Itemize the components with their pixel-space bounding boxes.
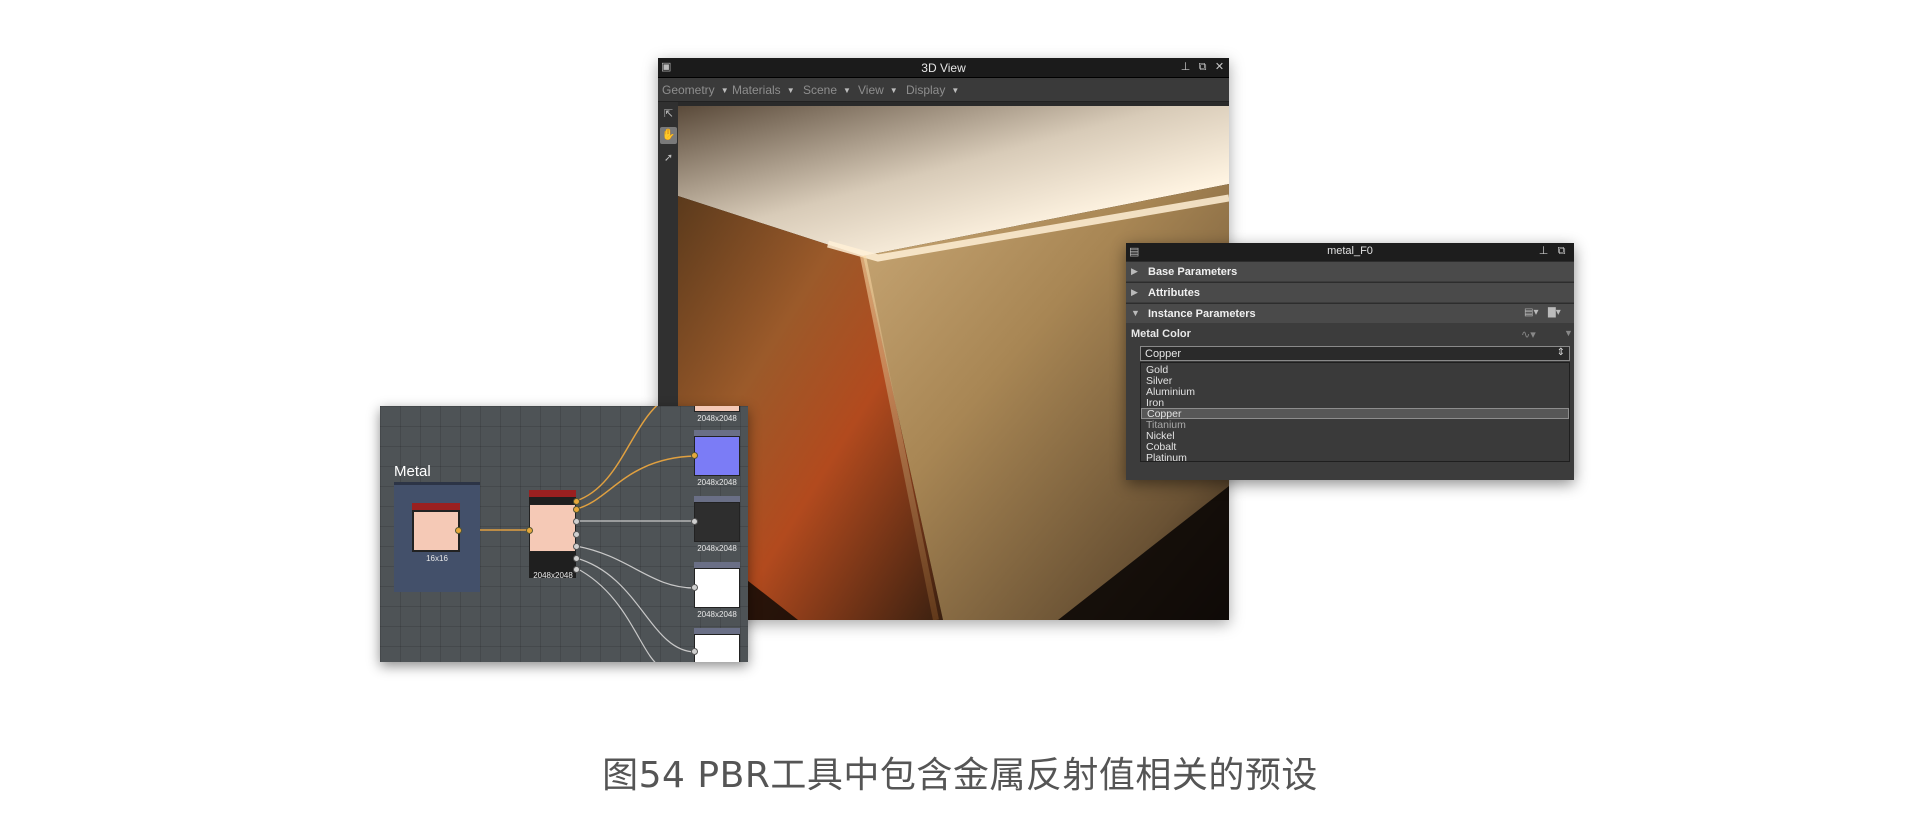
input-port[interactable] — [691, 518, 698, 525]
parameters-window: ▤ metal_F0 ⊥ ⧉ ▶ Base Parameters ▶ Attri… — [1126, 243, 1574, 480]
option-aluminium[interactable]: Aluminium — [1141, 387, 1569, 398]
output-port[interactable] — [573, 531, 580, 538]
export-icon[interactable]: ⇱ — [660, 106, 677, 123]
input-port[interactable] — [691, 452, 698, 459]
node-thumbnail — [694, 502, 740, 542]
expand-arrow-icon: ▶ — [1131, 266, 1138, 276]
collapse-arrow-icon: ▼ — [1131, 308, 1140, 318]
menu-view-label: View — [858, 83, 884, 97]
output-size: 2048x2048 — [697, 414, 737, 423]
node-header — [529, 490, 576, 497]
section-label: Base Parameters — [1148, 266, 1238, 278]
pointer-icon[interactable]: ➚ — [660, 150, 677, 167]
expand-arrow-icon: ▶ — [1131, 287, 1138, 297]
output-port[interactable] — [573, 518, 580, 525]
mix-node[interactable] — [529, 490, 576, 578]
option-copper[interactable]: Copper — [1141, 408, 1569, 420]
float-window-icon[interactable]: ⧉ — [1554, 244, 1569, 259]
params-titlebar[interactable]: ▤ metal_F0 ⊥ ⧉ — [1126, 243, 1574, 261]
section-base-parameters[interactable]: ▶ Base Parameters — [1126, 261, 1574, 281]
metal-color-label: Metal Color — [1131, 328, 1191, 340]
close-icon[interactable]: ✕ — [1212, 60, 1227, 75]
option-nickel[interactable]: Nickel — [1141, 431, 1569, 442]
input-port[interactable] — [526, 527, 533, 534]
metal-color-select[interactable]: Copper ⇕ — [1140, 346, 1570, 361]
folder-icon[interactable]: ▇▾ — [1548, 307, 1561, 318]
menu-geometry-label: Geometry — [662, 83, 715, 97]
output-node-roughness[interactable] — [694, 496, 740, 542]
node-thumbnail — [694, 436, 740, 476]
chevron-down-icon: ▼ — [889, 85, 898, 95]
params-title: metal_F0 — [1327, 245, 1373, 257]
uniform-color-size: 16x16 — [426, 554, 448, 563]
pin-icon[interactable]: ⊥ — [1178, 60, 1193, 75]
output-node-height[interactable] — [694, 628, 740, 662]
output-node-metallic[interactable] — [694, 562, 740, 608]
output-port[interactable] — [573, 543, 580, 550]
menu-view[interactable]: View ▼ — [858, 83, 898, 97]
curve-icon[interactable]: ∿▾ — [1521, 328, 1536, 341]
chevron-down-icon: ▼ — [951, 85, 960, 95]
option-cobalt[interactable]: Cobalt — [1141, 442, 1569, 453]
metal-color-value: Copper — [1145, 348, 1182, 360]
chevron-down-icon: ▼ — [843, 85, 851, 95]
node-thumbnail — [412, 510, 460, 552]
document-icon[interactable]: ▤▾ — [1524, 307, 1538, 318]
node-header — [412, 503, 460, 510]
option-platinum[interactable]: Platinum — [1141, 453, 1569, 464]
output-port[interactable] — [573, 555, 580, 562]
menu-scene-label: Scene — [803, 83, 838, 97]
section-label: Instance Parameters — [1148, 308, 1256, 320]
chevron-down-icon: ▼ — [720, 85, 729, 95]
option-titanium[interactable]: Titanium — [1141, 420, 1569, 431]
output-port[interactable] — [573, 506, 580, 513]
input-port[interactable] — [691, 648, 698, 655]
node-graph-window[interactable]: Metal 16x16 2048x2048 2048x2048 2048x204… — [380, 406, 748, 662]
output-node-basecolor[interactable] — [694, 406, 740, 412]
section-instance-parameters[interactable]: ▼ Instance Parameters ▤▾ ▇▾ — [1126, 303, 1574, 323]
menu-display-label: Display — [906, 83, 946, 97]
hand-icon[interactable]: ✋ — [660, 127, 677, 144]
output-node-normal[interactable] — [694, 430, 740, 476]
menu-geometry[interactable]: Geometry ▼ — [662, 83, 729, 97]
node-thumbnail — [694, 634, 740, 662]
float-window-icon[interactable]: ⧉ — [1195, 60, 1210, 75]
menu-materials[interactable]: Materials ▼ — [732, 83, 795, 97]
output-size: 2048x2048 — [697, 610, 737, 619]
output-port[interactable] — [573, 566, 580, 573]
3d-view-titlebar[interactable]: ▣ 3D View ⊥ ⧉ ✕ — [658, 58, 1229, 78]
metal-color-dropdown: Gold Silver Aluminium Iron Copper Titani… — [1140, 362, 1570, 464]
pin-icon[interactable]: ⊥ — [1536, 244, 1551, 259]
output-size: 2048x2048 — [697, 478, 737, 487]
updown-arrow-icon: ⇕ — [1556, 347, 1565, 358]
3d-view-menubar: Geometry ▼ Materials ▼ Scene ▼ View ▼ Displa… — [658, 78, 1229, 102]
metal-color-row: Metal Color ∿▾ ▼ — [1126, 325, 1574, 345]
figure-caption: 图54 PBR工具中包含金属反射值相关的预设 — [602, 755, 1318, 796]
uniform-color-node[interactable] — [412, 503, 460, 561]
output-port[interactable] — [573, 498, 580, 505]
output-size: 2048x2048 — [697, 544, 737, 553]
menu-materials-label: Materials — [732, 83, 781, 97]
node-thumbnail — [529, 504, 576, 552]
option-silver[interactable]: Silver — [1141, 376, 1569, 387]
node-thumbnail — [694, 568, 740, 608]
input-port[interactable] — [691, 584, 698, 591]
chevron-down-icon[interactable]: ▼ — [1564, 328, 1573, 338]
section-attributes[interactable]: ▶ Attributes — [1126, 282, 1574, 302]
menu-display[interactable]: Display ▼ — [906, 83, 959, 97]
output-port[interactable] — [455, 527, 462, 534]
section-label: Attributes — [1148, 287, 1200, 299]
menu-scene[interactable]: Scene ▼ — [803, 83, 851, 97]
frame-title: Metal — [394, 463, 431, 480]
option-gold[interactable]: Gold — [1141, 365, 1569, 376]
3d-view-title: 3D View — [921, 61, 966, 75]
chevron-down-icon: ▼ — [786, 85, 795, 95]
